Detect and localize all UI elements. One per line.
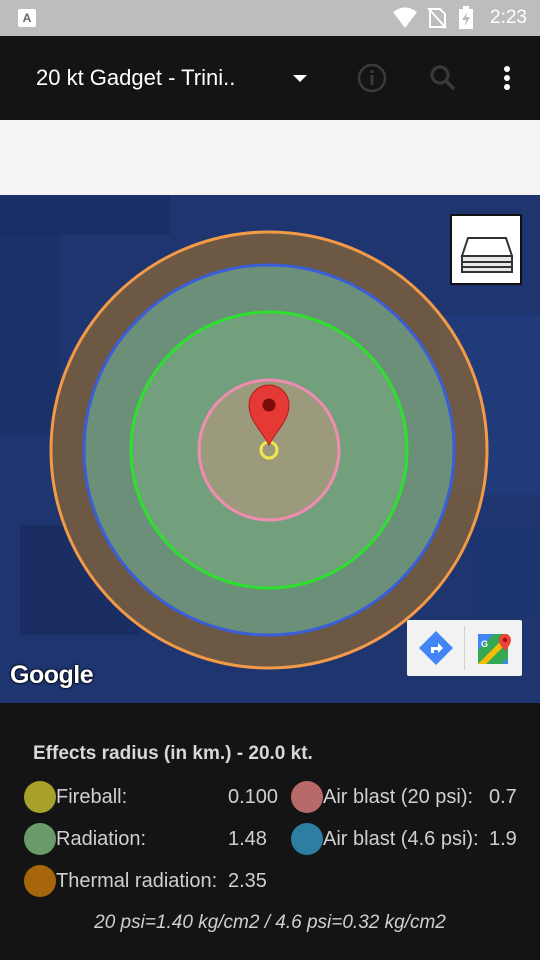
legend-label: Radiation: [56,828,147,850]
psi-conversion-note: 20 psi=1.40 kg/cm2 / 4.6 psi=0.32 kg/cm2 [94,912,446,933]
info-icon[interactable] [354,60,390,96]
legend-label: Fireball: [56,786,128,808]
legend-value: 0.100 [228,786,279,808]
app-toolbar: 20 kt Gadget - Trini.. [0,36,540,120]
legend-value: 2.35 [228,870,267,892]
open-google-maps-button[interactable]: G [465,620,522,676]
map-header-strip [0,120,540,195]
map-layers-button[interactable] [450,214,522,285]
no-sim-icon [427,7,447,29]
fireball-color-dot [24,781,56,813]
more-vert-icon[interactable] [489,60,525,96]
directions-icon [419,631,453,665]
legend-item-fireball: Fireball: 0.100 [24,781,284,813]
wifi-icon [393,7,417,28]
air-blast-20-psi-color-dot [291,781,323,813]
page-title[interactable]: 20 kt Gadget - Trini.. [36,65,235,91]
map-toolbar: G [407,620,522,676]
map-view[interactable]: G Google [0,195,540,703]
map-terrain [0,195,170,235]
thermal-radiation-color-dot [24,865,56,897]
battery-charging-icon [459,6,473,29]
legend-item-air-blast-20-psi: Air blast (20 psi): 0.7 [291,781,517,813]
legend-item-radiation: Radiation: 1.48 [24,823,284,855]
air-blast-4-6-psi-color-dot [291,823,323,855]
svg-text:G: G [481,639,488,649]
legend-item-thermal-radiation: Thermal radiation: 2.35 [24,865,284,897]
legend-label: Air blast (20 psi): [323,786,474,808]
clock: 2:23 [490,7,527,28]
status-bar: A 2:23 [0,0,540,36]
legend-value: 1.48 [228,828,267,850]
effects-legend: Effects radius (in km.) - 20.0 kt. Fireb… [0,703,540,960]
search-icon[interactable] [425,60,461,96]
app-notification-icon: A [18,9,36,27]
map-terrain [470,525,540,615]
legend-value: 0.7 [489,786,517,808]
chevron-down-icon[interactable] [286,66,314,90]
legend-value: 1.9 [489,828,517,850]
map-terrain [0,235,60,435]
layers-icon [460,237,514,273]
legend-item-air-blast-4-6-psi: Air blast (4.6 psi): 1.9 [291,823,517,855]
legend-label: Thermal radiation: [56,870,218,892]
directions-button[interactable] [407,620,464,676]
legend-label: Air blast (4.6 psi): [323,828,479,850]
radiation-color-dot [24,823,56,855]
google-logo: Google [10,661,94,689]
app-badge-letter: A [22,11,32,25]
google-maps-icon: G [478,634,511,664]
legend-heading: Effects radius (in km.) - 20.0 kt. [33,743,313,764]
